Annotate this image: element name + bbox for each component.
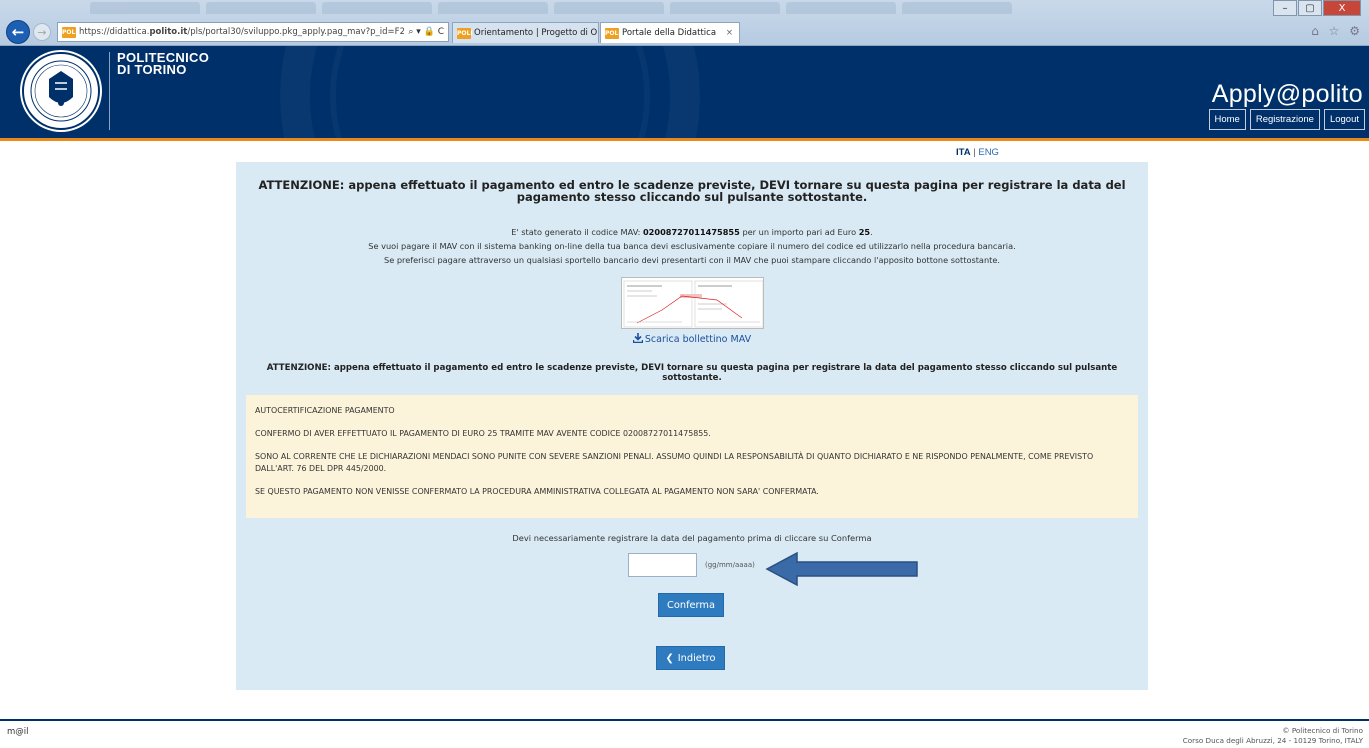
- download-label: Scarica bollettino MAV: [644, 334, 752, 345]
- nav-logout-button[interactable]: Logout: [1323, 109, 1365, 130]
- self-certification-box: AUTOCERTIFICAZIONE PAGAMENTO CONFERMO DI…: [246, 395, 1138, 518]
- browser-chrome: – ▢ X ← → POLI https://didattica.polito.…: [0, 0, 1369, 46]
- background-tabs: [90, 2, 1340, 16]
- politecnico-seal-icon[interactable]: [20, 50, 102, 132]
- footer-copyright: © Politecnico di Torino: [1282, 726, 1363, 735]
- ghost-tab[interactable]: [322, 2, 432, 14]
- main-panel: ATTENZIONE: appena effettuato il pagamen…: [236, 162, 1148, 690]
- footer-mail-link[interactable]: m@il: [7, 727, 29, 737]
- address-url: https://didattica.polito.it/pls/portal30…: [79, 27, 404, 37]
- app-title: Apply@polito: [1211, 80, 1363, 108]
- mav-line-prefix: E' stato generato il codice MAV:: [511, 227, 643, 237]
- nav-registrazione-button[interactable]: Registrazione: [1249, 109, 1320, 130]
- ghost-tab[interactable]: [438, 2, 548, 14]
- tab-label: Portale della Didattica: [622, 28, 717, 38]
- nav-home-button[interactable]: Home: [1208, 109, 1246, 130]
- back-button[interactable]: ❮ Indietro: [656, 646, 725, 670]
- ghost-tab[interactable]: [90, 2, 200, 14]
- payment-date-label: Devi necessariamente registrare la data …: [512, 533, 872, 543]
- footer-divider: [0, 719, 1369, 721]
- footer-street-address: Corso Duca degli Abruzzi, 24 - 10129 Tor…: [1182, 735, 1363, 745]
- date-format-hint: (gg/mm/aaaa): [705, 561, 755, 569]
- footer-address: © Politecnico di Torino Corso Duca degli…: [1183, 726, 1363, 745]
- mav-amount: 25: [858, 227, 871, 237]
- mav-line-end: .: [870, 227, 873, 237]
- ghost-tab[interactable]: [786, 2, 896, 14]
- pointer-arrow-icon: [765, 551, 918, 587]
- tab-favicon-icon: POLI: [605, 27, 621, 39]
- lang-ita-link[interactable]: ITA: [956, 147, 971, 158]
- autocert-legal-notice: SONO AL CORRENTE CHE LE DICHIARAZIONI ME…: [255, 452, 1094, 473]
- autocert-confirmation: CONFERMO DI AVER EFFETTUATO IL PAGAMENTO…: [255, 429, 711, 438]
- tab-favicon-icon: POLI: [457, 27, 473, 39]
- address-actions-icon[interactable]: ⌕ ▾ 🔒 C: [404, 27, 448, 37]
- url-suffix: /pls/portal30/sviluppo.pkg_apply.pag_mav…: [187, 27, 405, 37]
- chevron-left-icon: ❮: [665, 652, 674, 664]
- browser-back-button[interactable]: ←: [6, 20, 30, 44]
- header-watermark-ring: [330, 46, 650, 138]
- ghost-tab[interactable]: [206, 2, 316, 14]
- download-icon: [632, 333, 644, 346]
- browser-forward-button[interactable]: →: [33, 23, 51, 41]
- download-mav-link[interactable]: Scarica bollettino MAV: [236, 333, 1148, 346]
- payment-date-input[interactable]: [628, 553, 697, 577]
- mav-info: E' stato generato il codice MAV: 0200872…: [236, 225, 1148, 267]
- ghost-tab[interactable]: [902, 2, 1012, 14]
- payment-warning-repeat: ATTENZIONE: appena effettuato il pagamen…: [266, 363, 1118, 383]
- logo-text[interactable]: POLITECNICO DI TORINO: [117, 51, 209, 77]
- mav-preview-graphic: [622, 278, 763, 328]
- header-accent-line: [0, 138, 1369, 141]
- close-window-button[interactable]: X: [1323, 0, 1361, 16]
- maximize-button[interactable]: ▢: [1298, 0, 1322, 16]
- site-header: POLITECNICO DI TORINO Apply@polito Home …: [0, 46, 1369, 138]
- tab-close-icon[interactable]: ×: [726, 28, 739, 38]
- site-favicon-icon: POLI: [62, 26, 78, 38]
- minimize-button[interactable]: –: [1273, 0, 1297, 16]
- language-switch: ITA | ENG: [956, 147, 999, 158]
- back-button-label: Indietro: [677, 652, 716, 664]
- browser-nav-row: ← → POLI https://didattica.polito.it/pls…: [0, 20, 1369, 44]
- ghost-tab[interactable]: [670, 2, 780, 14]
- lang-separator: |: [973, 147, 976, 158]
- autocert-procedure-notice: SE QUESTO PAGAMENTO NON VENISSE CONFERMA…: [255, 487, 819, 496]
- url-prefix: https://didattica.: [79, 27, 150, 37]
- header-nav: Home Registrazione Logout: [1208, 109, 1365, 130]
- lang-eng-link[interactable]: ENG: [978, 147, 999, 158]
- mav-line-middle: per un importo pari ad Euro: [739, 227, 859, 237]
- window-controls: – ▢ X: [1273, 0, 1361, 16]
- url-domain: polito.it: [149, 27, 188, 37]
- address-bar[interactable]: POLI https://didattica.polito.it/pls/por…: [57, 22, 449, 42]
- browser-toolbar-icons[interactable]: ⌂ ☆ ⚙: [1311, 24, 1363, 38]
- browser-tab-orientamento[interactable]: POLI Orientamento | Progetto di Ori...: [452, 22, 599, 43]
- confirm-button[interactable]: Conferma: [658, 593, 724, 617]
- ghost-tab[interactable]: [554, 2, 664, 14]
- browser-tab-portale[interactable]: POLI Portale della Didattica ×: [600, 22, 740, 43]
- logo-divider: [109, 52, 110, 130]
- autocert-title: AUTOCERTIFICAZIONE PAGAMENTO: [255, 406, 395, 415]
- mav-code-line: E' stato generato il codice MAV: 0200872…: [236, 225, 1148, 239]
- mav-branch-instructions: Se preferisci pagare attraverso un quals…: [384, 255, 1000, 265]
- logo-line-2: DI TORINO: [117, 62, 187, 77]
- payment-warning-heading: ATTENZIONE: appena effettuato il pagamen…: [258, 178, 1126, 204]
- mav-online-instructions: Se vuoi pagare il MAV con il sistema ban…: [368, 241, 1016, 251]
- seal-graphic: [22, 52, 100, 130]
- tab-label: Orientamento | Progetto di Ori...: [474, 28, 599, 38]
- mav-code: 02008727011475855: [642, 227, 740, 237]
- mav-preview-thumbnail[interactable]: [621, 277, 764, 329]
